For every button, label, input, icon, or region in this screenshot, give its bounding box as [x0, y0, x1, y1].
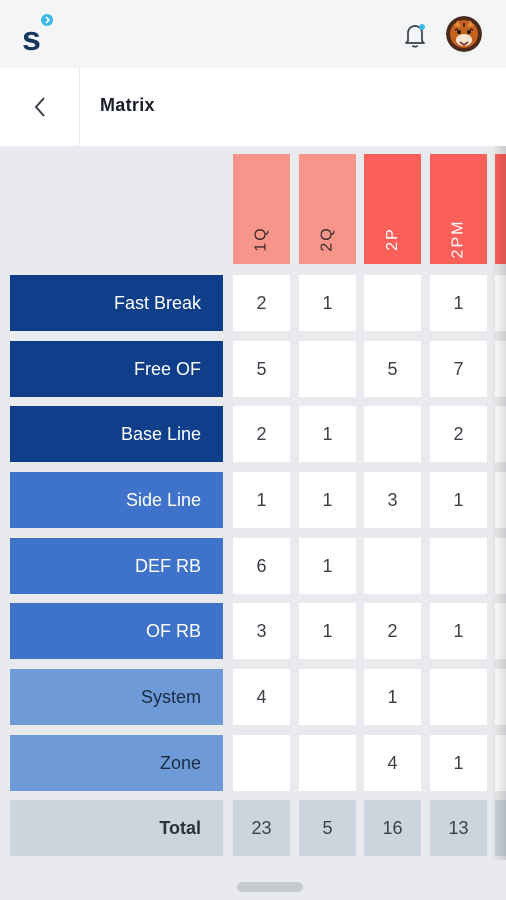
column-header-2pm[interactable]: 2PM [430, 154, 487, 264]
matrix-cell[interactable] [495, 406, 506, 462]
row-label-total: Total [10, 800, 223, 856]
matrix-cell[interactable]: 2 [430, 406, 487, 462]
matrix-cell[interactable] [364, 406, 421, 462]
matrix-cell[interactable]: 3 [233, 603, 290, 659]
matrix-cell[interactable]: 1 [299, 603, 356, 659]
column-header-1q[interactable]: 1Q [233, 154, 290, 264]
matrix-cell[interactable] [430, 538, 487, 594]
matrix-table[interactable]: 1Q 2Q 2P 2PM Fast Break 2 1 1 Free OF 5 … [0, 146, 506, 860]
matrix-cell[interactable] [299, 735, 356, 791]
total-cell: 16 [364, 800, 421, 856]
app-logo-icon[interactable]: s [20, 14, 60, 58]
matrix-cell[interactable] [233, 735, 290, 791]
matrix-cell[interactable] [495, 472, 506, 528]
matrix-cell[interactable] [364, 538, 421, 594]
matrix-cell[interactable]: 1 [430, 472, 487, 528]
matrix-cell[interactable] [299, 669, 356, 725]
row-label-fast-break[interactable]: Fast Break [10, 275, 223, 331]
row-label-side-line[interactable]: Side Line [10, 472, 223, 528]
chevron-left-icon [34, 97, 45, 117]
row-label-system[interactable]: System [10, 669, 223, 725]
matrix-cell[interactable]: 1 [430, 603, 487, 659]
matrix-cell[interactable]: 2 [364, 603, 421, 659]
matrix-cell[interactable]: 5 [364, 341, 421, 397]
matrix-cell[interactable]: 3 [364, 472, 421, 528]
matrix-cell[interactable]: 4 [364, 735, 421, 791]
matrix-cell[interactable]: 4 [233, 669, 290, 725]
matrix-cell[interactable]: 6 [233, 538, 290, 594]
matrix-cell[interactable] [430, 669, 487, 725]
matrix-cell[interactable] [495, 275, 506, 331]
top-bar: s [0, 0, 506, 68]
home-indicator[interactable] [237, 882, 303, 892]
total-cell [495, 800, 506, 856]
total-cell: 23 [233, 800, 290, 856]
matrix-cell[interactable]: 5 [233, 341, 290, 397]
matrix-cell[interactable] [495, 735, 506, 791]
column-header-2q[interactable]: 2Q [299, 154, 356, 264]
matrix-cell[interactable]: 1 [299, 538, 356, 594]
row-label-free-of[interactable]: Free OF [10, 341, 223, 397]
matrix-cell[interactable]: 7 [430, 341, 487, 397]
matrix-cell[interactable]: 1 [299, 275, 356, 331]
row-label-base-line[interactable]: Base Line [10, 406, 223, 462]
matrix-cell[interactable]: 1 [299, 406, 356, 462]
svg-text:s: s [22, 20, 41, 56]
total-cell: 5 [299, 800, 356, 856]
user-avatar[interactable] [446, 16, 482, 52]
page-header: Matrix [0, 68, 506, 146]
column-header-label: 2Q [318, 226, 336, 252]
notifications-bell-icon[interactable] [400, 20, 430, 50]
column-header-2p[interactable]: 2P [364, 154, 421, 264]
matrix-cell[interactable] [495, 538, 506, 594]
matrix-cell[interactable] [495, 669, 506, 725]
matrix-cell[interactable]: 1 [233, 472, 290, 528]
matrix-cell[interactable]: 1 [364, 669, 421, 725]
total-cell: 13 [430, 800, 487, 856]
matrix-cell[interactable]: 2 [233, 275, 290, 331]
matrix-cell[interactable] [495, 603, 506, 659]
column-header-label: 2PM [449, 219, 467, 259]
matrix-cell[interactable] [299, 341, 356, 397]
back-button[interactable] [0, 68, 80, 146]
row-label-of-rb[interactable]: OF RB [10, 603, 223, 659]
matrix-cell[interactable]: 2 [233, 406, 290, 462]
column-header-partial[interactable] [495, 154, 506, 264]
column-header-label: 1Q [252, 226, 270, 252]
matrix-cell[interactable]: 1 [299, 472, 356, 528]
matrix-cell[interactable] [495, 341, 506, 397]
matrix-cell[interactable]: 1 [430, 735, 487, 791]
matrix-cell[interactable]: 1 [430, 275, 487, 331]
page-title: Matrix [100, 95, 155, 115]
column-header-label: 2P [383, 227, 401, 251]
row-label-def-rb[interactable]: DEF RB [10, 538, 223, 594]
matrix-cell[interactable] [364, 275, 421, 331]
row-label-zone[interactable]: Zone [10, 735, 223, 791]
